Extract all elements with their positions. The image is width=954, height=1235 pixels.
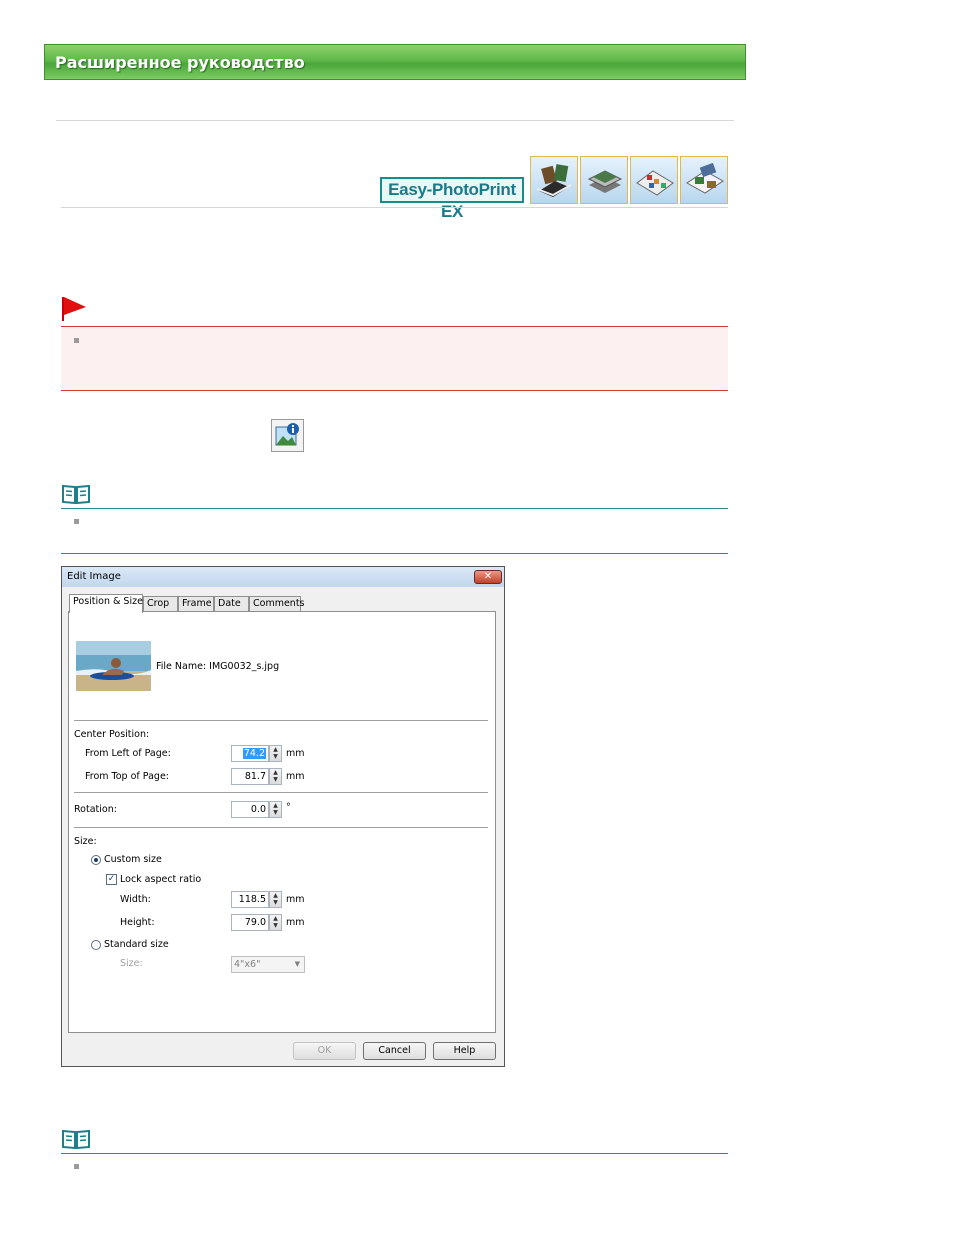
standard-size-sub-label: Size: — [120, 958, 143, 969]
standard-size-value: 4"x6" — [234, 959, 261, 970]
width-stepper[interactable]: ▲ ▼ — [269, 891, 282, 908]
file-name-label: File Name: IMG0032_s.jpg — [156, 661, 280, 672]
center-position-heading: Center Position: — [74, 729, 150, 740]
custom-size-label: Custom size — [104, 854, 162, 865]
tab-date[interactable]: Date — [214, 596, 249, 612]
custom-size-radio[interactable] — [91, 855, 101, 865]
from-top-input[interactable]: 81.7 — [231, 768, 269, 785]
dialog-title: Edit Image — [67, 571, 121, 582]
rotation-stepper[interactable]: ▲ ▼ — [269, 801, 282, 818]
size-heading: Size: — [74, 836, 97, 847]
note-divider — [61, 1153, 728, 1154]
from-left-input[interactable]: 74.2 — [231, 745, 269, 762]
standard-size-label: Standard size — [104, 939, 169, 950]
album-icon[interactable] — [530, 156, 578, 204]
note-divider — [61, 508, 728, 509]
standard-size-radio[interactable] — [91, 940, 101, 950]
height-label: Height: — [120, 917, 155, 928]
separator — [74, 827, 488, 829]
image-thumbnail — [76, 641, 151, 691]
help-button[interactable]: Help — [433, 1042, 496, 1060]
tab-position-size[interactable]: Position & Size — [69, 594, 143, 613]
width-input[interactable]: 118.5 — [231, 891, 269, 908]
image-info-icon — [271, 419, 304, 452]
tab-panel: File Name: IMG0032_s.jpg Center Position… — [68, 611, 496, 1033]
top-divider — [56, 120, 734, 121]
important-callout — [61, 326, 728, 391]
from-top-label: From Top of Page: — [85, 771, 169, 782]
width-label: Width: — [120, 894, 151, 905]
height-unit: mm — [286, 917, 305, 928]
height-input[interactable]: 79.0 — [231, 914, 269, 931]
note-book-icon — [62, 484, 90, 505]
width-unit: mm — [286, 894, 305, 905]
from-top-unit: mm — [286, 771, 305, 782]
photo-print-icon[interactable] — [580, 156, 628, 204]
easy-photoprint-logo: Easy-PhotoPrint EX — [380, 177, 524, 221]
bullet — [74, 338, 79, 343]
from-top-stepper[interactable]: ▲ ▼ — [269, 768, 282, 785]
close-button[interactable]: ✕ — [474, 570, 502, 584]
cancel-button[interactable]: Cancel — [363, 1042, 426, 1060]
calendar-icon[interactable] — [630, 156, 678, 204]
bullet — [74, 1164, 79, 1169]
separator — [74, 792, 488, 794]
important-flag-icon — [62, 297, 88, 321]
lock-aspect-checkbox[interactable]: ✓ — [106, 874, 117, 885]
edit-image-dialog: Edit Image ✕ Position & Size Crop Frame … — [61, 566, 505, 1067]
from-left-label: From Left of Page: — [85, 748, 171, 759]
bullet — [74, 519, 79, 524]
from-left-value: 74.2 — [242, 748, 266, 759]
dialog-titlebar: Edit Image ✕ — [62, 567, 504, 587]
lock-aspect-label: Lock aspect ratio — [120, 874, 202, 885]
from-left-unit: mm — [286, 748, 305, 759]
note-end-divider — [61, 553, 728, 554]
rotation-input[interactable]: 0.0 — [231, 801, 269, 818]
rotation-label: Rotation: — [74, 804, 117, 815]
height-stepper[interactable]: ▲ ▼ — [269, 914, 282, 931]
banner-title: Расширенное руководство — [55, 53, 305, 72]
from-left-stepper[interactable]: ▲ ▼ — [269, 745, 282, 762]
note-book-icon — [62, 1129, 90, 1150]
tab-frame[interactable]: Frame — [178, 596, 214, 612]
rotation-unit: ° — [286, 802, 291, 813]
layout-print-icon[interactable] — [680, 156, 728, 204]
logo-divider — [61, 207, 728, 208]
standard-size-select[interactable]: 4"x6" ▼ — [231, 956, 305, 973]
tab-comments[interactable]: Comments — [249, 596, 305, 612]
separator — [74, 720, 488, 722]
ok-button[interactable]: OK — [293, 1042, 356, 1060]
tab-crop[interactable]: Crop — [143, 596, 178, 612]
chevron-down-icon: ▼ — [294, 960, 300, 968]
header-banner: Расширенное руководство — [44, 44, 746, 80]
